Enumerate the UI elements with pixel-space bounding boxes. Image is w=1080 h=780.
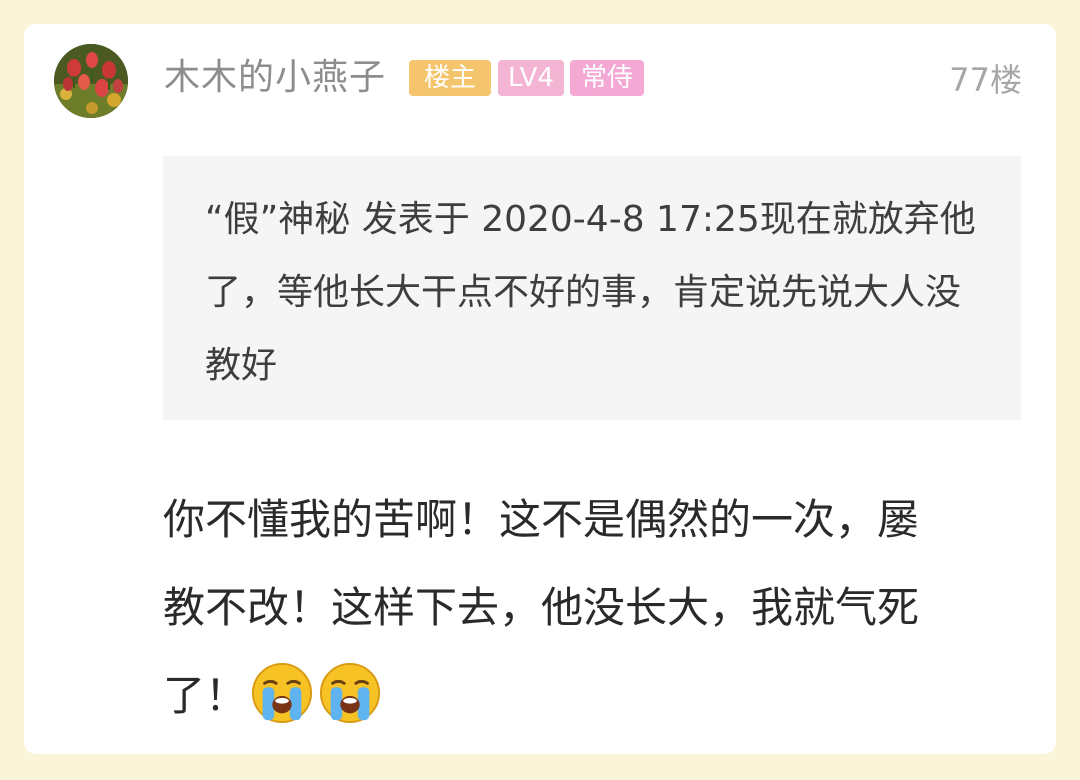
crying-face-icon — [319, 662, 381, 724]
level-badge: LV4 — [498, 60, 564, 96]
avatar[interactable] — [54, 44, 128, 118]
username[interactable]: 木木的小燕子 — [164, 54, 386, 102]
floor-number: 77楼 — [949, 61, 1022, 99]
title-badge: 常侍 — [570, 60, 644, 96]
crying-face-icon — [251, 662, 313, 724]
quoted-post[interactable]: “假”神秘 发表于 2020-4-8 17:25现在就放弃他了，等他长大干点不好… — [163, 156, 1021, 420]
post-card: 木木的小燕子 楼主 LV4 常侍 77楼 “假”神秘 发表于 2020-4-8 … — [24, 24, 1056, 754]
owner-badge: 楼主 — [409, 60, 491, 96]
quoted-post-text: “假”神秘 发表于 2020-4-8 17:25现在就放弃他了，等他长大干点不好… — [205, 199, 976, 386]
post-content: 你不懂我的苦啊！这不是偶然的一次，屡教不改！这样下去，他没长大，我就气死了！ — [163, 476, 923, 740]
avatar-tulips-image — [54, 44, 128, 118]
